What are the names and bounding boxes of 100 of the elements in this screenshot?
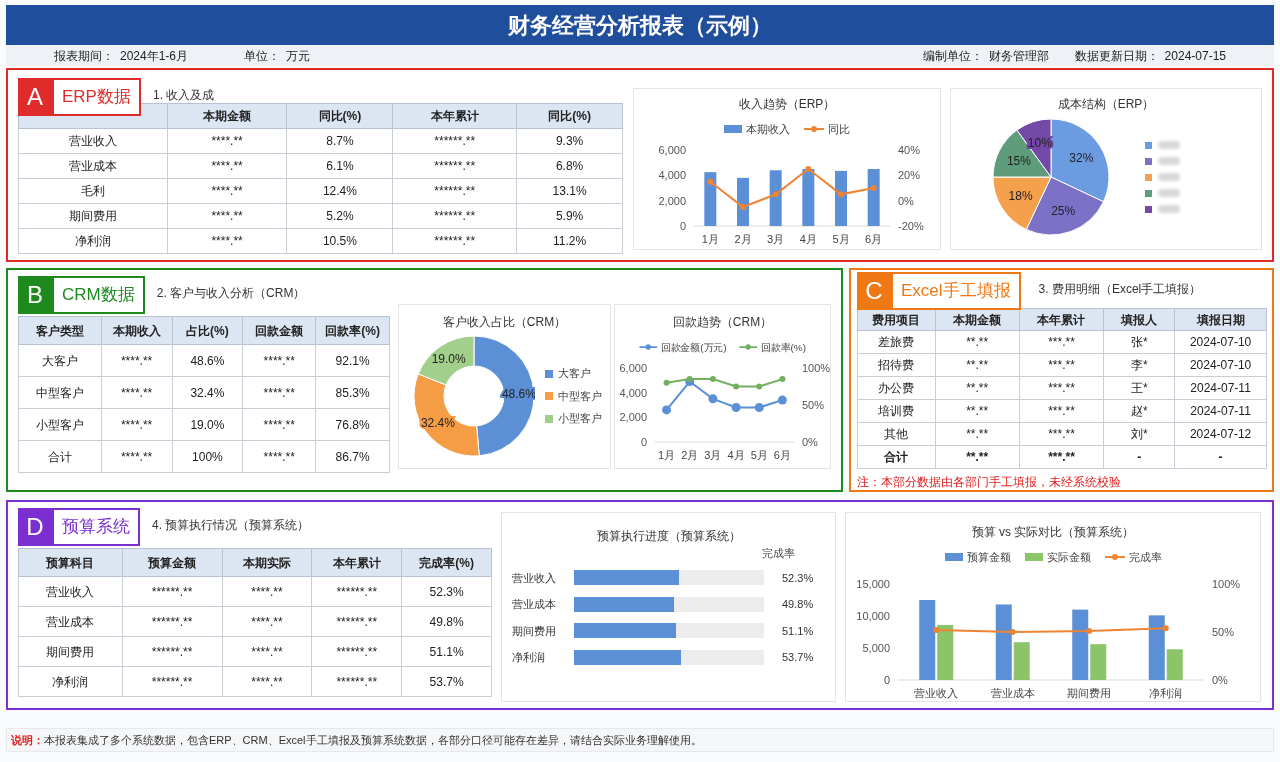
axis-tick-label: 6,000 [658,143,686,156]
table-cell: ****.** [167,153,287,179]
table-cell: ******.** [311,636,402,667]
axis-tick-label: 100% [802,361,830,374]
table-cell: 期间费用 [18,636,123,667]
section-label: 预算系统 [52,508,140,546]
column-header: 本年累计 [392,103,517,129]
table-cell: 净利润 [18,666,123,697]
legend-label: 本期收入 [746,122,790,137]
axis-category-label: 6月 [865,232,883,245]
column-header: 回款率(%) [315,316,390,345]
axis-category-label: 3月 [704,448,722,461]
table-cell: 53.7% [401,666,492,697]
table-cell: 5.2% [287,203,393,229]
axis-category-label: 3月 [767,232,785,245]
table-cell: ******.** [311,576,402,607]
table-cell: 中型客户 [18,376,102,409]
table-cell: ******.** [311,666,402,697]
table-cell: 小型客户 [18,408,102,441]
axis-tick-label: 40% [898,143,921,156]
axis-tick-label: 0 [883,673,890,686]
table-cell: 办公费 [857,376,936,400]
table-cell: ****.** [242,376,316,409]
column-header: 预算金额 [122,548,222,577]
section-letter: C [857,272,891,310]
info-label: 单位： [244,47,281,65]
table-cell: 13.1% [516,178,623,204]
table-cell: 毛利 [18,178,168,204]
column-header: 费用项目 [857,308,936,331]
column-header: 回款金额 [242,316,316,345]
table-cell: 86.7% [315,440,390,473]
axis-tick-label: 15,000 [856,577,890,590]
table-cell: 大客户 [18,344,102,377]
table-cell: **.** [935,445,1020,469]
table-cell: 营业成本 [18,606,123,637]
legend-label: 小型客户 [558,411,602,427]
table-cell: 2024-07-11 [1174,376,1267,400]
column-header: 同比(%) [516,103,623,129]
axis-tick-label: 4,000 [658,168,686,181]
table-cell: ****.** [222,636,312,667]
table-cell: ***.** [1019,330,1104,354]
axis-category-label: 1月 [658,448,676,461]
column-header: 本期收入 [101,316,172,345]
axis-tick-label: 100% [1212,577,1241,590]
table-cell: ***.** [1019,422,1104,446]
section-label: CRM数据 [52,276,145,314]
table-cell: - [1103,445,1175,469]
info-label: 数据更新日期： [1074,47,1159,65]
table-cell: 2024-07-11 [1174,399,1267,423]
axis-category-label: 2月 [734,232,752,245]
axis-tick-label: 0 [679,219,686,232]
table-cell: ******.** [122,576,222,607]
legend-label: 中型客户 [558,388,602,404]
column-header: 完成率(%) [401,548,492,577]
table-cell: 赵* [1103,399,1175,423]
table-cell: ******.** [392,203,517,229]
table-cell: ******.** [122,666,222,697]
section-letter: B [18,276,52,314]
table-cell: ******.** [392,178,517,204]
axis-category-label: 2月 [681,448,699,461]
axis-category-label: 4月 [727,448,745,461]
section-subtitle: 1. 收入及成 [152,87,215,104]
axis-tick-label: 0 [640,435,647,448]
bar-value: 51.1% [782,623,814,639]
slice-label: 15% [1006,153,1031,168]
axis-category-label: 营业成本 [990,686,1035,699]
table-cell: ***.** [1019,445,1104,469]
table-cell: 营业成本 [18,153,168,179]
info-label: 报表期间： [54,47,114,65]
table-cell: ****.** [167,128,287,154]
column-header: 同比(%) [287,103,393,129]
legend-label: 预算金额 [966,550,1011,565]
column-header: 本期实际 [222,548,312,577]
legend-label: 大客户 [558,366,591,382]
table-cell: 6.8% [516,153,623,179]
table-cell: ****.** [167,228,287,254]
table-cell: 合计 [18,440,102,473]
table-cell: 85.3% [315,376,390,409]
table-cell: - [1174,445,1267,469]
legend-label: 完成率 [1128,550,1162,565]
column-header: 占比(%) [172,316,243,345]
axis-tick-label: 0% [802,435,818,448]
axis-tick-label: 20% [898,168,921,181]
table-cell: **.** [935,376,1020,400]
table-cell: ******.** [122,636,222,667]
section-subtitle: 4. 预算执行情况（预算系统） [152,517,310,534]
table-cell: ****.** [242,408,316,441]
legend-label: 实际金额 [1046,550,1091,565]
report-title: 财务经营分析报表（示例） [6,5,1274,45]
column-heading: 完成率 [762,546,795,561]
axis-tick-label: 2,000 [658,194,686,207]
bar-label: 期间费用 [512,623,557,639]
table-cell: ****.** [101,440,172,473]
info-value: 2024年1-6月 [120,47,189,65]
axis-tick-label: 5,000 [862,641,890,654]
table-cell: 营业收入 [18,576,123,607]
bar-label: 营业收入 [512,570,557,586]
table-cell: 培训费 [857,399,936,423]
table-cell: 11.2% [516,228,623,254]
legend-label: 同比 [828,122,850,137]
